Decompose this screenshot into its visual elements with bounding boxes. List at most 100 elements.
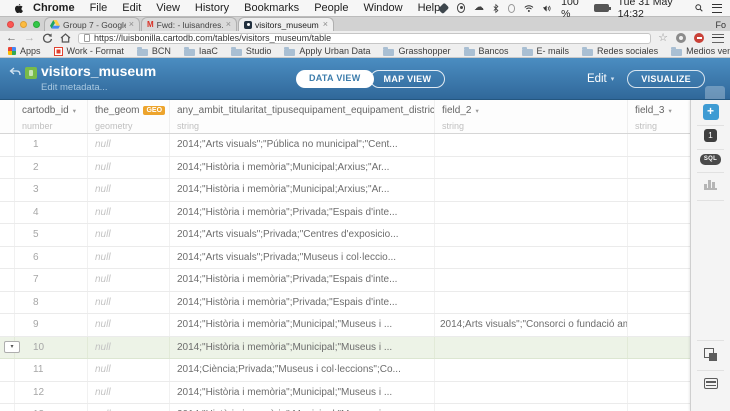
cell-field-3[interactable]: [628, 157, 690, 179]
cell-field-2[interactable]: [435, 247, 628, 269]
volume-icon[interactable]: [543, 4, 552, 13]
cell-field-3[interactable]: [628, 359, 690, 381]
notification-center-icon[interactable]: [712, 4, 722, 13]
cell-cartodb-id[interactable]: 7: [15, 269, 88, 291]
bookmark-item[interactable]: Medios venezolanos: [671, 46, 730, 56]
cell-the-geom[interactable]: null: [88, 314, 170, 336]
cell-any-ambit[interactable]: 2014;"Arts visuals";Privada;"Centres d'e…: [170, 224, 435, 246]
bookmark-item[interactable]: Bancos: [464, 46, 509, 56]
cell-field-3[interactable]: [628, 224, 690, 246]
extension-icon-camera[interactable]: [676, 33, 686, 43]
reload-icon[interactable]: [42, 33, 53, 44]
cell-field-3[interactable]: [628, 337, 690, 359]
cell-field-3[interactable]: [628, 292, 690, 314]
cell-any-ambit[interactable]: 2014;"Arts visuals";"Pública no municipa…: [170, 134, 435, 156]
time-machine-icon[interactable]: [508, 4, 516, 13]
table-privacy-icon[interactable]: [25, 67, 37, 79]
cell-cartodb-id[interactable]: 5: [15, 224, 88, 246]
menu-item[interactable]: View: [156, 2, 180, 14]
table-row[interactable]: 1 null 2014;"Arts visuals";"Pública no m…: [0, 134, 690, 157]
cell-field-2[interactable]: 2014;Arts visuals";"Consorci o fundació …: [435, 314, 628, 336]
visualize-button[interactable]: VISUALIZE: [627, 70, 705, 88]
bookmark-item[interactable]: E- mails: [522, 46, 570, 56]
bookmark-item[interactable]: Apply Urban Data: [284, 46, 370, 56]
cell-field-2[interactable]: [435, 337, 628, 359]
cell-the-geom[interactable]: null: [88, 337, 170, 359]
menu-item[interactable]: Edit: [122, 2, 141, 14]
cell-the-geom[interactable]: null: [88, 292, 170, 314]
camera-status-icon[interactable]: [457, 3, 466, 13]
browser-tab[interactable]: M visitors_museum | CartoDB ×: [238, 17, 334, 31]
menu-item[interactable]: Help: [418, 2, 441, 14]
cell-the-geom[interactable]: null: [88, 269, 170, 291]
cell-the-geom[interactable]: null: [88, 247, 170, 269]
table-title[interactable]: visitors_museum: [41, 63, 156, 79]
cell-field-2[interactable]: [435, 359, 628, 381]
cell-field-2[interactable]: [435, 134, 628, 156]
extension-icon-adblock[interactable]: [694, 33, 704, 43]
cell-any-ambit[interactable]: 2014;"Història i memòria";Municipal;"Mus…: [170, 314, 435, 336]
battery-icon[interactable]: [594, 4, 608, 12]
cell-field-3[interactable]: [628, 247, 690, 269]
cell-the-geom[interactable]: null: [88, 179, 170, 201]
column-type[interactable]: string: [177, 121, 199, 131]
bookmark-star-icon[interactable]: ☆: [658, 33, 668, 44]
cell-any-ambit[interactable]: 2014;"Història i memòria";Municipal;"Mus…: [170, 382, 435, 404]
sql-panel-button[interactable]: SQL: [700, 154, 721, 165]
cell-any-ambit[interactable]: 2014;"Història i memòria";Municipal;Arxi…: [170, 179, 435, 201]
table-row[interactable]: ▾ 10 null 2014;"Història i memòria";Muni…: [0, 337, 690, 360]
merge-tables-icon[interactable]: [704, 348, 718, 361]
cell-cartodb-id[interactable]: 12: [15, 382, 88, 404]
cell-field-3[interactable]: [628, 134, 690, 156]
map-view-button[interactable]: MAP VIEW: [370, 70, 446, 88]
cell-any-ambit[interactable]: 2014;"Arts visuals";Privada;"Museus i co…: [170, 247, 435, 269]
cell-field-2[interactable]: [435, 269, 628, 291]
table-row[interactable]: 11 null 2014;Ciència;Privada;"Museus i c…: [0, 359, 690, 382]
cell-cartodb-id[interactable]: 4: [15, 202, 88, 224]
edit-dropdown-button[interactable]: Edit ▾: [587, 73, 614, 85]
cell-field-3[interactable]: [628, 202, 690, 224]
cloud-icon[interactable]: ☁: [474, 3, 484, 13]
cell-field-3[interactable]: [628, 382, 690, 404]
add-row-button[interactable]: +: [703, 104, 719, 120]
cell-field-2[interactable]: [435, 179, 628, 201]
cell-any-ambit[interactable]: 2014;"Història i memòria";Municipal;Arxi…: [170, 157, 435, 179]
table-row[interactable]: 8 null 2014;"Història i memòria";Privada…: [0, 292, 690, 315]
cell-the-geom[interactable]: null: [88, 404, 170, 411]
column-header[interactable]: field_2 ▾ string: [435, 100, 628, 133]
table-row[interactable]: 9 null 2014;"Història i memòria";Municip…: [0, 314, 690, 337]
column-header[interactable]: any_ambit_titularitat_tipusequipament_eq…: [170, 100, 435, 133]
menu-item[interactable]: People: [314, 2, 348, 14]
back-to-dashboard-icon[interactable]: [9, 67, 21, 77]
table-options-icon[interactable]: [704, 378, 718, 389]
column-header[interactable]: cartodb_id ▾ number: [15, 100, 88, 133]
sort-arrow-icon[interactable]: ▾: [73, 107, 76, 115]
menu-item[interactable]: Bookmarks: [244, 2, 299, 14]
table-row[interactable]: 2 null 2014;"Història i memòria";Municip…: [0, 157, 690, 180]
forward-icon[interactable]: →: [24, 32, 35, 44]
cell-any-ambit[interactable]: 2014;Ciència;Privada;"Museus i col·lecci…: [170, 359, 435, 381]
fullscreen-window-button[interactable]: [33, 21, 40, 28]
spotlight-search-icon[interactable]: [695, 3, 703, 13]
bookmark-item[interactable]: Work - Format: [54, 46, 124, 56]
column-header[interactable]: the_geom GEO geometry: [88, 100, 170, 133]
table-row[interactable]: 7 null 2014;"Història i memòria";Privada…: [0, 269, 690, 292]
edit-metadata-link[interactable]: Edit metadata...: [41, 82, 108, 93]
column-type[interactable]: number: [22, 121, 53, 131]
browser-tab[interactable]: M Fwd: - luisandres.bonilla ×: [141, 17, 237, 31]
cell-field-3[interactable]: [628, 179, 690, 201]
cell-field-3[interactable]: [628, 269, 690, 291]
back-icon[interactable]: ←: [6, 32, 17, 44]
tab-close-icon[interactable]: ×: [129, 20, 134, 29]
sort-arrow-icon[interactable]: ▾: [475, 107, 478, 115]
cell-field-2[interactable]: [435, 382, 628, 404]
cell-cartodb-id[interactable]: 11: [15, 359, 88, 381]
cell-any-ambit[interactable]: 2014;"Història i memòria";Privada;"Espai…: [170, 292, 435, 314]
wifi-icon[interactable]: [524, 4, 534, 13]
address-bar[interactable]: https://luisbonilla.cartodb.com/tables/v…: [78, 33, 651, 44]
apple-menu-icon[interactable]: [14, 3, 23, 14]
table-row[interactable]: 4 null 2014;"Història i memòria";Privada…: [0, 202, 690, 225]
column-type[interactable]: geometry: [95, 121, 133, 131]
cell-cartodb-id[interactable]: 10: [15, 337, 88, 359]
tab-close-icon[interactable]: ×: [323, 20, 328, 29]
